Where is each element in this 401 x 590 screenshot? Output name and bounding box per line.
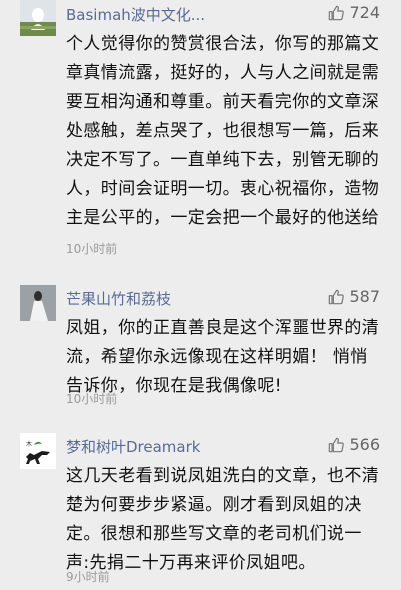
comment-text: 这几天老看到说凤姐洗白的文章，也不清楚为何要步步紧逼。刚才看到凤姐的决定。很想和…	[66, 466, 380, 573]
like-button[interactable]: 587	[328, 287, 380, 306]
thumbs-up-icon	[329, 289, 345, 304]
like-button[interactable]: 566	[328, 435, 380, 454]
like-count: 724	[349, 3, 380, 22]
svg-text:木: 木	[26, 440, 32, 448]
comment-username[interactable]: Basimah波中文化...	[66, 4, 205, 25]
comment-username[interactable]: 芒果山竹和荔枝	[66, 288, 171, 309]
like-count: 566	[349, 435, 380, 454]
comment-time: 10小时前	[66, 392, 118, 406]
like-count: 587	[349, 287, 380, 306]
comment-item: 芒果山竹和荔枝 587 凤姐，你的正直善良是这个浑噩世界的清流，希望你永远像现在…	[0, 268, 401, 409]
thumbs-up-icon	[329, 437, 345, 452]
comment-time: 9小时前	[66, 570, 110, 584]
avatar[interactable]: 木	[20, 433, 56, 469]
comment-item: 木 梦和树叶Dreamark 566 这几天老看到说凤姐洗白的文章，也不清楚为何…	[0, 409, 401, 590]
thumbs-up-icon	[329, 5, 345, 20]
comment-time: 10小时前	[66, 242, 118, 256]
comment-item: Basimah波中文化... 724 个人觉得你的赞赏很合法，你写的那篇文章真情…	[0, 0, 401, 268]
like-button[interactable]: 724	[328, 3, 380, 22]
comment-text: 个人觉得你的赞赏很合法，你写的那篇文章真情流露，挺好的，人与人之间就是需要互相沟…	[66, 34, 380, 225]
comment-username[interactable]: 梦和树叶Dreamark	[66, 436, 200, 457]
avatar[interactable]	[20, 285, 56, 321]
avatar[interactable]	[20, 0, 56, 36]
